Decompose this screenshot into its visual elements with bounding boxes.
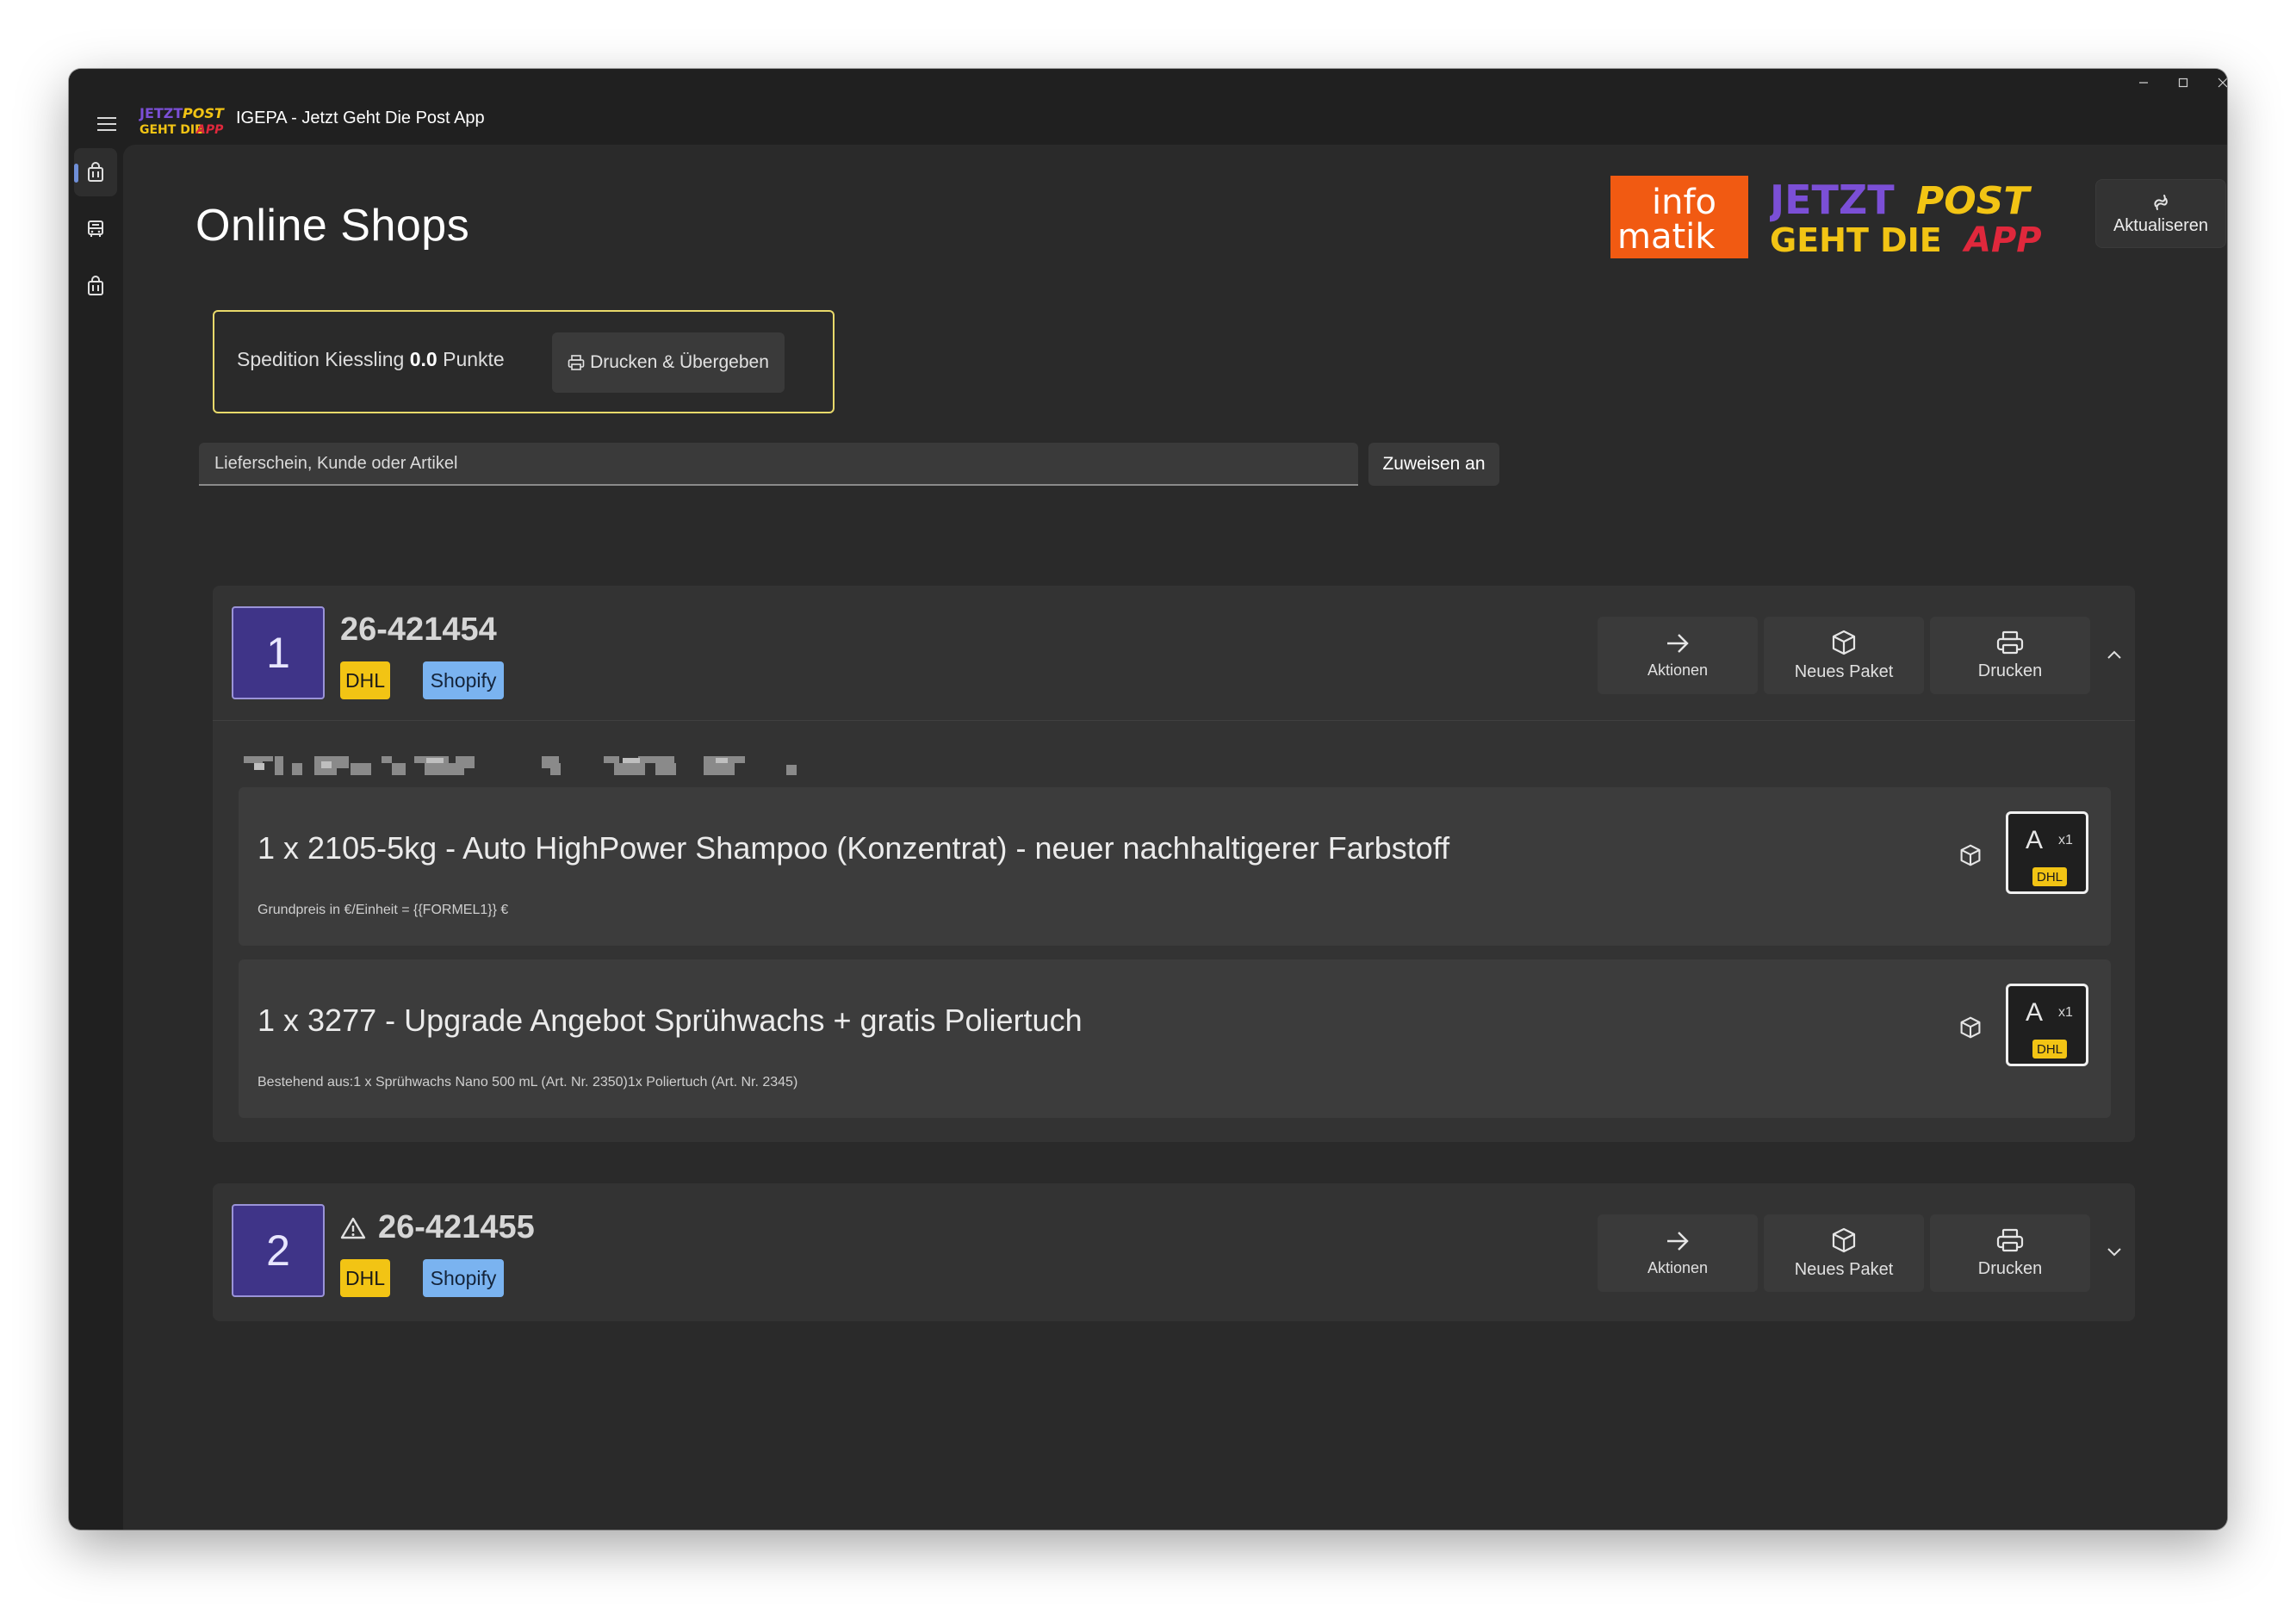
carrier-summary: Spedition Kiessling 0.0 Punkte (237, 348, 505, 371)
line-item-title: 1 x 2105-5kg - Auto HighPower Shampoo (K… (258, 830, 1450, 866)
line-item: 1 x 2105-5kg - Auto HighPower Shampoo (K… (239, 787, 2111, 946)
logo-small-text-2: POST (183, 105, 225, 121)
refresh-button[interactable]: Aktualiseren (2095, 179, 2226, 248)
shopping-bag-icon (88, 162, 103, 182)
package-icon (1832, 630, 1856, 655)
package-quantity: x1 (2058, 833, 2073, 847)
minimize-icon (2139, 82, 2148, 84)
close-icon (2218, 78, 2227, 88)
logo-large-text-2: POST (1916, 179, 2032, 223)
close-button[interactable] (2203, 69, 2227, 96)
new-package-label: Neues Paket (1794, 661, 1894, 681)
actions-label: Aktionen (1647, 661, 1709, 679)
nav-item-orders[interactable] (74, 262, 117, 310)
infomatik-logo-text-2: matik (1617, 217, 1716, 257)
package-letter: A (2026, 826, 2044, 854)
hamburger-icon (97, 117, 116, 131)
print-and-handover-label: Drucken & Übergeben (590, 352, 769, 372)
chevron-up-icon (2107, 650, 2121, 659)
logo-large-text-3: GEHT DIE (1770, 221, 1942, 257)
logo-large-text-1: JETZT (1770, 177, 1895, 223)
warning-triangle-icon (340, 1217, 366, 1239)
order-index: 2 (232, 1204, 325, 1297)
order-id-text: 26-421454 (340, 612, 497, 648)
print-button[interactable]: Drucken (1930, 617, 2090, 694)
new-package-label: Neues Paket (1794, 1259, 1894, 1279)
refresh-icon (2154, 194, 2168, 210)
hamburger-menu-button[interactable] (83, 103, 131, 145)
shopping-bag-icon (88, 276, 103, 295)
line-item-subtitle: Bestehend aus:1 x Sprühwachs Nano 500 mL… (258, 1075, 798, 1090)
actions-button[interactable]: Aktionen (1598, 617, 1758, 694)
logo-large-text-4: APP (1962, 220, 2042, 257)
carrier-name: Spedition Kiessling (237, 348, 405, 370)
title-bar: JETZT POST GEHT DIE APP IGEPA - Jetzt Ge… (69, 69, 2227, 145)
app-title: IGEPA - Jetzt Geht Die Post App (236, 109, 485, 127)
logo-small-text-1: JETZT (139, 105, 183, 121)
package-icon (1958, 842, 1983, 868)
nav-active-indicator (74, 164, 78, 183)
arrow-right-icon (1667, 1231, 1689, 1251)
print-and-handover-button[interactable]: Drucken & Übergeben (552, 332, 785, 393)
package-carrier: DHL (2032, 867, 2067, 886)
carrier-points-label: Punkte (443, 348, 505, 370)
app-logo-large: JETZT POST GEHT DIE APP (1770, 177, 2042, 257)
package-assignment-badge[interactable]: A x1 DHL (2006, 811, 2088, 894)
main-content: Online Shops info matik JETZT POST GEHT … (123, 145, 2227, 1530)
order-id: 26-421455 (340, 1209, 535, 1246)
logo-small-text-4: APP (195, 123, 224, 137)
package-letter: A (2026, 998, 2044, 1027)
printer-icon (568, 355, 585, 370)
customer-name-redacted (244, 756, 797, 775)
sidebar (69, 145, 122, 1530)
order-index: 1 (232, 606, 325, 699)
nav-item-online-shops[interactable] (74, 148, 117, 196)
actions-button[interactable]: Aktionen (1598, 1214, 1758, 1292)
truck-icon (88, 220, 103, 237)
order-divider (213, 720, 2135, 721)
order-card: 1 26-421454 DHL Shopify Aktionen Neues P… (213, 586, 2135, 1142)
print-label: Drucken (1977, 661, 2043, 680)
actions-label: Aktionen (1647, 1258, 1709, 1276)
carrier-panel: Spedition Kiessling 0.0 Punkte Drucken &… (213, 310, 835, 413)
platform-tag: Shopify (423, 661, 504, 699)
printer-icon (1996, 630, 2024, 654)
carrier-tag: DHL (340, 661, 390, 699)
collapse-button[interactable] (2097, 637, 2132, 672)
maximize-icon (2178, 78, 2188, 88)
chevron-down-icon (2107, 1248, 2121, 1257)
new-package-button[interactable]: Neues Paket (1764, 617, 1924, 694)
printer-icon (1996, 1228, 2024, 1251)
page-title: Online Shops (195, 201, 470, 251)
print-label: Drucken (1977, 1258, 2043, 1278)
package-icon (1832, 1227, 1856, 1252)
carrier-points: 0.0 (409, 348, 437, 370)
platform-tag: Shopify (423, 1259, 504, 1297)
refresh-label: Aktualiseren (2113, 215, 2209, 235)
line-item: 1 x 3277 - Upgrade Angebot Sprühwachs + … (239, 959, 2111, 1118)
app-window: JETZT POST GEHT DIE APP IGEPA - Jetzt Ge… (69, 69, 2227, 1530)
package-assignment-badge[interactable]: A x1 DHL (2006, 984, 2088, 1066)
line-item-subtitle: Grundpreis in €/Einheit = {{FORMEL1}} € (258, 903, 509, 917)
package-quantity: x1 (2058, 1005, 2073, 1020)
order-id-text: 26-421455 (378, 1209, 535, 1245)
carrier-tag: DHL (340, 1259, 390, 1297)
logo-small-text-3: GEHT DIE (140, 123, 203, 137)
line-item-title: 1 x 3277 - Upgrade Angebot Sprühwachs + … (258, 1003, 1083, 1038)
arrow-right-icon (1667, 633, 1689, 653)
order-id: 26-421454 (340, 612, 497, 649)
maximize-button[interactable] (2163, 69, 2203, 96)
minimize-button[interactable] (2124, 69, 2163, 96)
nav-item-shipping[interactable] (74, 205, 117, 253)
expand-button[interactable] (2097, 1235, 2132, 1270)
print-button[interactable]: Drucken (1930, 1214, 2090, 1292)
package-icon (1958, 1015, 1983, 1040)
assign-to-button[interactable]: Zuweisen an (1368, 443, 1499, 486)
order-card: 2 26-421455 DHL Shopify Aktionen Neues P… (213, 1183, 2135, 1321)
infomatik-logo: info matik (1610, 176, 1748, 258)
search-input[interactable] (199, 443, 1358, 486)
app-logo-small: JETZT POST GEHT DIE APP (139, 105, 225, 137)
package-carrier: DHL (2032, 1040, 2067, 1059)
new-package-button[interactable]: Neues Paket (1764, 1214, 1924, 1292)
